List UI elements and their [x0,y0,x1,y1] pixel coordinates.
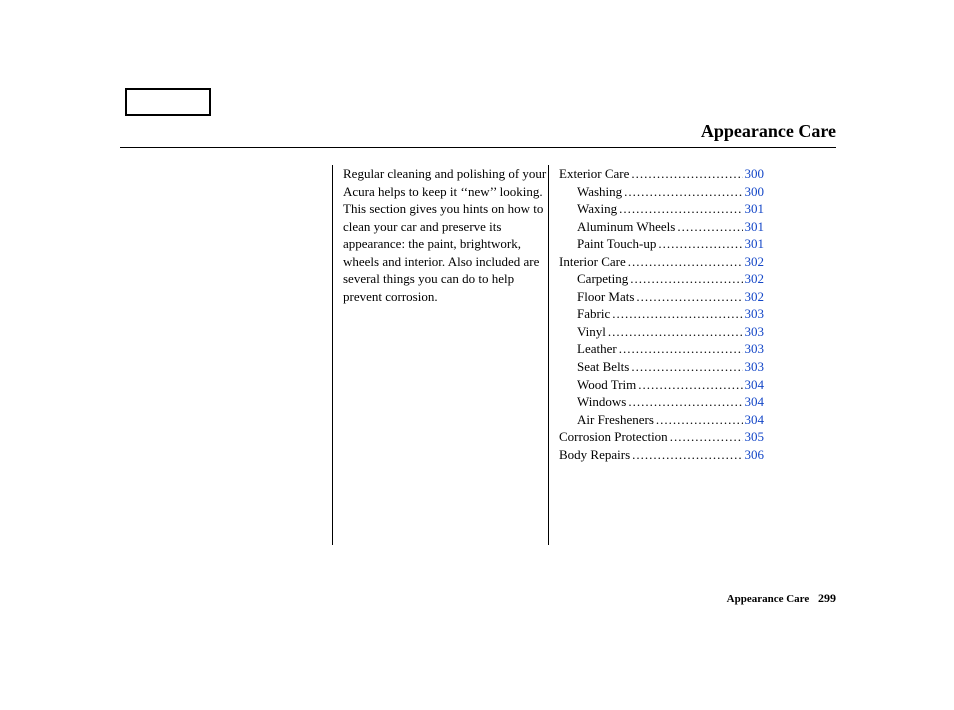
toc-row: Exterior Care 300 [559,165,764,183]
toc-page-link[interactable]: 300 [745,165,765,183]
header-box [125,88,211,116]
toc-row: Seat Belts 303 [559,358,764,376]
toc-page-link[interactable]: 302 [745,288,765,306]
toc-leader-dots [636,288,742,306]
toc-leader-dots [658,235,742,253]
toc-leader-dots [631,165,742,183]
toc-label: Seat Belts [577,358,629,376]
toc-label: Carpeting [577,270,628,288]
toc-label: Vinyl [577,323,606,341]
toc-label: Floor Mats [577,288,634,306]
toc-label: Wood Trim [577,376,636,394]
toc-leader-dots [632,446,742,464]
content-columns: Regular cleaning and polishing of your A… [332,165,764,545]
toc-leader-dots [628,253,743,271]
toc-leader-dots [619,200,742,218]
toc-page-link[interactable]: 306 [745,446,765,464]
toc-label: Fabric [577,305,610,323]
toc-leader-dots [619,340,743,358]
toc-row: Washing 300 [559,183,764,201]
toc-row: Fabric 303 [559,305,764,323]
intro-column: Regular cleaning and polishing of your A… [332,165,548,545]
toc-page-link[interactable]: 303 [745,358,765,376]
toc-leader-dots [630,270,742,288]
toc-row: Waxing 301 [559,200,764,218]
toc-row: Air Fresheners 304 [559,411,764,429]
toc-row: Corrosion Protection 305 [559,428,764,446]
toc-row: Interior Care 302 [559,253,764,271]
toc-label: Leather [577,340,617,358]
toc-leader-dots [612,305,742,323]
page-container: Appearance Care Regular cleaning and pol… [0,0,954,710]
toc-row: Paint Touch-up 301 [559,235,764,253]
toc-page-link[interactable]: 303 [745,340,765,358]
toc-row: Wood Trim 304 [559,376,764,394]
toc-row: Windows 304 [559,393,764,411]
footer-page-number: 299 [818,591,836,605]
toc-label: Washing [577,183,622,201]
toc-label: Body Repairs [559,446,630,464]
toc-page-link[interactable]: 303 [745,323,765,341]
toc-label: Air Fresheners [577,411,654,429]
intro-text: Regular cleaning and polishing of your A… [343,165,548,305]
toc-page-link[interactable]: 301 [745,200,765,218]
page-footer: Appearance Care 299 [727,590,836,607]
toc-page-link[interactable]: 302 [745,253,765,271]
footer-section-label: Appearance Care [727,593,810,605]
toc-leader-dots [631,358,742,376]
page-title: Appearance Care [120,119,836,148]
toc-row: Leather 303 [559,340,764,358]
toc-leader-dots [628,393,742,411]
toc-page-link[interactable]: 303 [745,305,765,323]
toc-label: Waxing [577,200,617,218]
toc-column: Exterior Care300Washing300Waxing301Alumi… [548,165,764,545]
toc-page-link[interactable]: 304 [745,393,765,411]
toc-row: Body Repairs 306 [559,446,764,464]
toc-label: Paint Touch-up [577,235,656,253]
toc-page-link[interactable]: 301 [745,218,765,236]
toc-page-link[interactable]: 301 [745,235,765,253]
toc-page-link[interactable]: 304 [745,411,765,429]
toc-row: Aluminum Wheels 301 [559,218,764,236]
toc-page-link[interactable]: 302 [745,270,765,288]
toc-row: Carpeting 302 [559,270,764,288]
toc-label: Aluminum Wheels [577,218,675,236]
toc-leader-dots [656,411,743,429]
toc-leader-dots [677,218,742,236]
toc-label: Exterior Care [559,165,629,183]
toc-leader-dots [608,323,743,341]
toc-page-link[interactable]: 305 [745,428,765,446]
toc-row: Floor Mats 302 [559,288,764,306]
toc-leader-dots [624,183,742,201]
toc-label: Corrosion Protection [559,428,668,446]
toc-leader-dots [638,376,742,394]
toc-row: Vinyl 303 [559,323,764,341]
toc-label: Windows [577,393,626,411]
toc-label: Interior Care [559,253,626,271]
toc-page-link[interactable]: 300 [745,183,765,201]
toc-leader-dots [670,428,743,446]
toc-page-link[interactable]: 304 [745,376,765,394]
